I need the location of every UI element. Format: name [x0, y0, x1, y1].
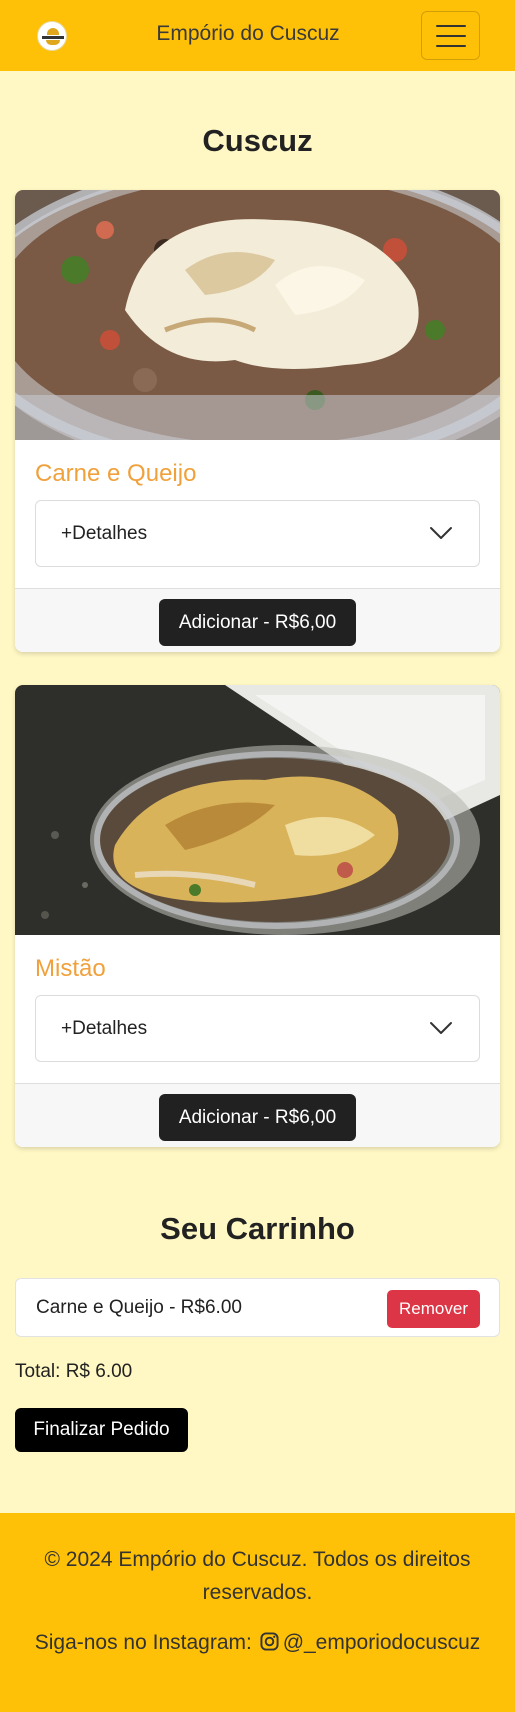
- product-image: [15, 685, 500, 935]
- cart-total: Total: R$ 6.00: [15, 1361, 133, 1382]
- cart-item: Carne e Queijo - R$6.00 Remover: [15, 1278, 500, 1337]
- add-to-cart-button[interactable]: Adicionar - R$6,00: [159, 599, 356, 646]
- add-to-cart-button[interactable]: Adicionar - R$6,00: [159, 1094, 356, 1141]
- product-card: Mistão +Detalhes Adicionar - R$6,00: [15, 685, 500, 1147]
- cart-title: Seu Carrinho: [160, 1211, 355, 1246]
- card-footer: Adicionar - R$6,00: [15, 1083, 500, 1147]
- instagram-handle-link[interactable]: @_emporiodocuscuz: [283, 1631, 481, 1654]
- hamburger-menu-icon[interactable]: [421, 11, 480, 60]
- product-name: Carne e Queijo: [35, 460, 197, 487]
- copyright-text: © 2024 Empório do Cuscuz. Todos os direi…: [44, 1548, 471, 1604]
- product-name: Mistão: [35, 955, 106, 982]
- section-title: Cuscuz: [202, 123, 313, 158]
- details-accordion[interactable]: +Detalhes: [35, 500, 480, 567]
- details-label: +Detalhes: [61, 1018, 148, 1039]
- footer: © 2024 Empório do Cuscuz. Todos os direi…: [0, 1513, 515, 1712]
- chevron-down-icon: [430, 527, 452, 539]
- details-accordion[interactable]: +Detalhes: [35, 995, 480, 1062]
- details-label: +Detalhes: [61, 523, 148, 544]
- cuscuz-logo-icon[interactable]: [37, 21, 67, 51]
- chevron-down-icon: [430, 1022, 452, 1034]
- product-image: [15, 190, 500, 440]
- navbar: Empório do Cuscuz: [0, 0, 515, 71]
- cart-item-text: Carne e Queijo - R$6.00: [36, 1297, 242, 1318]
- instagram-prefix: Siga-nos no Instagram:: [34, 1631, 252, 1654]
- instagram-line: Siga-nos no Instagram: @_emporiodocuscuz: [0, 1631, 515, 1655]
- checkout-button[interactable]: Finalizar Pedido: [15, 1408, 188, 1452]
- brand-title[interactable]: Empório do Cuscuz: [118, 22, 378, 46]
- product-card: Carne e Queijo +Detalhes Adicionar - R$6…: [15, 190, 500, 652]
- card-footer: Adicionar - R$6,00: [15, 588, 500, 652]
- instagram-icon[interactable]: [260, 1632, 279, 1651]
- remove-button[interactable]: Remover: [387, 1290, 480, 1328]
